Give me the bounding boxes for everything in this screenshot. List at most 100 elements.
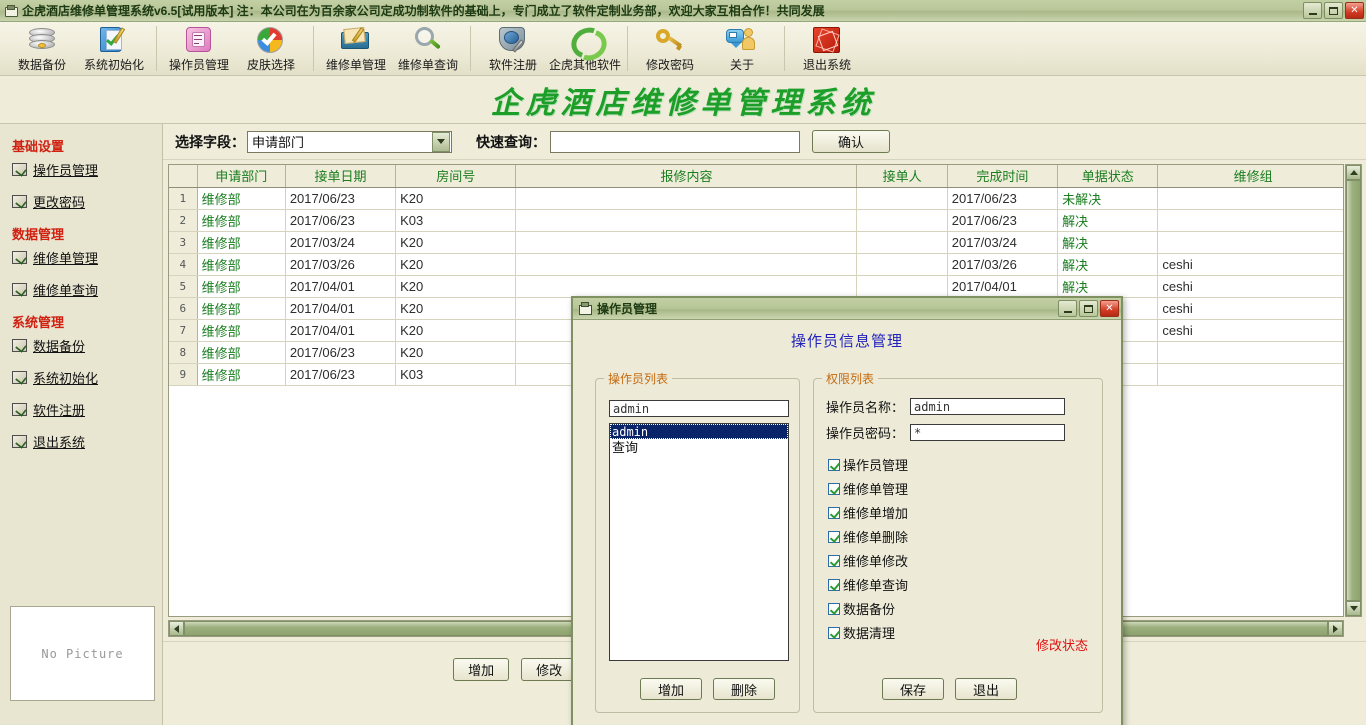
scroll-down-button[interactable]: [1346, 601, 1361, 616]
sidebar-item-label: 操作员管理: [33, 163, 99, 178]
dialog-close-button[interactable]: ✕: [1100, 300, 1119, 317]
toolbar-item-data-backup[interactable]: 数据备份: [6, 22, 78, 75]
scroll-up-button[interactable]: [1346, 165, 1361, 180]
permission-checkbox-row[interactable]: 维修单管理: [828, 479, 908, 498]
checkbox-checked-icon[interactable]: [828, 602, 840, 615]
sidebar-item-exit[interactable]: 退出系统: [12, 432, 162, 451]
dialog-minimize-button[interactable]: [1058, 300, 1077, 317]
vertical-scroll-thumb[interactable]: [1346, 180, 1361, 601]
permission-checkbox-row[interactable]: 数据清理: [828, 623, 895, 642]
dialog-maximize-button[interactable]: [1079, 300, 1098, 317]
permission-label: 数据备份: [843, 602, 896, 617]
status-badge: 修改状态: [1035, 638, 1088, 653]
maximize-button[interactable]: [1324, 2, 1343, 19]
operator-password-row: 操作员密码： *: [826, 423, 1065, 442]
dialog-heading: 操作员信息管理: [790, 333, 903, 350]
table-row[interactable]: 5 维修部 2017/04/01 K20 2017/04/01 解决 ceshi: [169, 275, 1343, 298]
sidebar-item-operator-manage[interactable]: 操作员管理: [12, 160, 162, 179]
pencil-note-icon: [12, 283, 27, 296]
operator-name-field[interactable]: admin: [910, 398, 1065, 415]
action-edit-button[interactable]: 修改: [521, 658, 578, 681]
toolbar-item-other-software[interactable]: 企虎其他软件: [549, 22, 621, 75]
cell-room: K20: [395, 319, 517, 342]
checkbox-checked-icon[interactable]: [828, 458, 840, 471]
permission-checkbox-row[interactable]: 维修单修改: [828, 551, 908, 570]
list-item[interactable]: 查询: [610, 439, 788, 455]
toolbar-item-skin-select[interactable]: 皮肤选择: [235, 22, 307, 75]
col-date[interactable]: 接单日期: [285, 165, 397, 188]
close-button[interactable]: ✕: [1345, 2, 1364, 19]
permission-checkbox-row[interactable]: 维修单增加: [828, 503, 908, 522]
table-row[interactable]: 3 维修部 2017/03/24 K20 2017/03/24 解决: [169, 231, 1343, 254]
table-row[interactable]: 1 维修部 2017/06/23 K20 2017/06/23 未解决: [169, 187, 1343, 210]
sidebar-heading-basic: 基础设置: [12, 139, 65, 154]
checkbox-checked-icon[interactable]: [828, 506, 840, 519]
confirm-button[interactable]: 确认: [812, 130, 890, 153]
col-rownum[interactable]: [169, 165, 198, 188]
table-header-row: 申请部门 接单日期 房间号 报修内容 接单人 完成时间 单据状态 维修组: [169, 165, 1343, 188]
dialog-save-button[interactable]: 保存: [882, 678, 944, 700]
sidebar-item-software-register[interactable]: 软件注册: [12, 400, 162, 419]
filter-bar: 选择字段： 申请部门 快速查询： 确认: [163, 124, 1366, 160]
sidebar-item-order-manage[interactable]: 维修单管理: [12, 248, 162, 267]
dialog-add-button[interactable]: 增加: [640, 678, 702, 700]
toolbar-group-6: 退出系统: [791, 22, 863, 75]
toolbar-item-order-query[interactable]: 维修单查询: [392, 22, 464, 75]
col-content[interactable]: 报修内容: [515, 165, 858, 188]
sidebar-item-order-query[interactable]: 维修单查询: [12, 280, 162, 299]
operator-password-field[interactable]: *: [910, 424, 1065, 441]
operator-listbox[interactable]: admin 查询: [609, 423, 789, 661]
sidebar-item-system-init[interactable]: 系统初始化: [12, 368, 162, 387]
cell-room: K20: [395, 297, 517, 320]
toolbar-item-exit[interactable]: 退出系统: [791, 22, 863, 75]
scroll-left-button[interactable]: [169, 621, 184, 636]
chevron-down-icon[interactable]: [432, 131, 450, 152]
permission-checkbox-row[interactable]: 数据备份: [828, 599, 895, 618]
dialog-delete-button[interactable]: 删除: [713, 678, 775, 700]
checkbox-checked-icon[interactable]: [828, 578, 840, 591]
sidebar-item-change-password[interactable]: 更改密码: [12, 192, 162, 211]
cell-content: [515, 275, 858, 298]
col-dept[interactable]: 申请部门: [197, 165, 286, 188]
scroll-right-button[interactable]: [1328, 621, 1343, 636]
permission-checkbox-row[interactable]: 维修单查询: [828, 575, 908, 594]
cell-taker: [856, 209, 948, 232]
body-wrapper: 基础设置 操作员管理 更改密码 数据管理 维修单管理 维修单查询 系统管理 数据…: [0, 124, 1366, 725]
content-area: 选择字段： 申请部门 快速查询： 确认 申请部门 接单日期 房间号 报修内容 接…: [163, 124, 1366, 725]
cell-group: ceshi: [1157, 275, 1343, 298]
action-add-button[interactable]: 增加: [453, 658, 510, 681]
toolbar-item-about[interactable]: 关于: [706, 22, 778, 75]
col-group[interactable]: 维修组: [1157, 165, 1343, 188]
toolbar-item-order-manage[interactable]: 维修单管理: [320, 22, 392, 75]
window-title: 企虎酒店维修单管理系统v6.5[试用版本] 注：本公司在为百余家公司定成功制软件…: [22, 4, 825, 18]
col-status[interactable]: 单据状态: [1057, 165, 1159, 188]
permission-checkbox-row[interactable]: 维修单删除: [828, 527, 908, 546]
toolbar-group-5: 修改密码 关于: [634, 22, 778, 75]
new-operator-name-input[interactable]: admin: [609, 400, 789, 417]
checkbox-checked-icon[interactable]: [828, 626, 840, 639]
grid-vertical-scrollbar[interactable]: [1345, 164, 1362, 617]
dialog-exit-button[interactable]: 退出: [955, 678, 1017, 700]
permission-checkbox-row[interactable]: 操作员管理: [828, 455, 908, 474]
cell-dept: 维修部: [197, 363, 286, 386]
permission-label: 维修单修改: [843, 554, 909, 569]
col-room[interactable]: 房间号: [395, 165, 517, 188]
minimize-button[interactable]: [1303, 2, 1322, 19]
toolbar-group-2: 操作员管理 皮肤选择: [163, 22, 307, 75]
toolbar-item-change-password[interactable]: 修改密码: [634, 22, 706, 75]
checkbox-checked-icon[interactable]: [828, 482, 840, 495]
table-row[interactable]: 4 维修部 2017/03/26 K20 2017/03/26 解决 ceshi: [169, 253, 1343, 276]
cell-finish: 2017/04/01: [947, 275, 1059, 298]
toolbar-item-software-register[interactable]: 软件注册: [477, 22, 549, 75]
sidebar-item-data-backup[interactable]: 数据备份: [12, 336, 162, 355]
toolbar-item-operator-manage[interactable]: 操作员管理: [163, 22, 235, 75]
checkbox-checked-icon[interactable]: [828, 530, 840, 543]
quick-search-input[interactable]: [550, 130, 800, 153]
col-taker[interactable]: 接单人: [856, 165, 948, 188]
field-select-dropdown[interactable]: 申请部门: [247, 130, 452, 153]
toolbar-item-system-init[interactable]: 系统初始化: [78, 22, 150, 75]
table-row[interactable]: 2 维修部 2017/06/23 K03 2017/06/23 解决: [169, 209, 1343, 232]
cell-rownum: 9: [169, 363, 198, 386]
checkbox-checked-icon[interactable]: [828, 554, 840, 567]
col-finish[interactable]: 完成时间: [947, 165, 1059, 188]
